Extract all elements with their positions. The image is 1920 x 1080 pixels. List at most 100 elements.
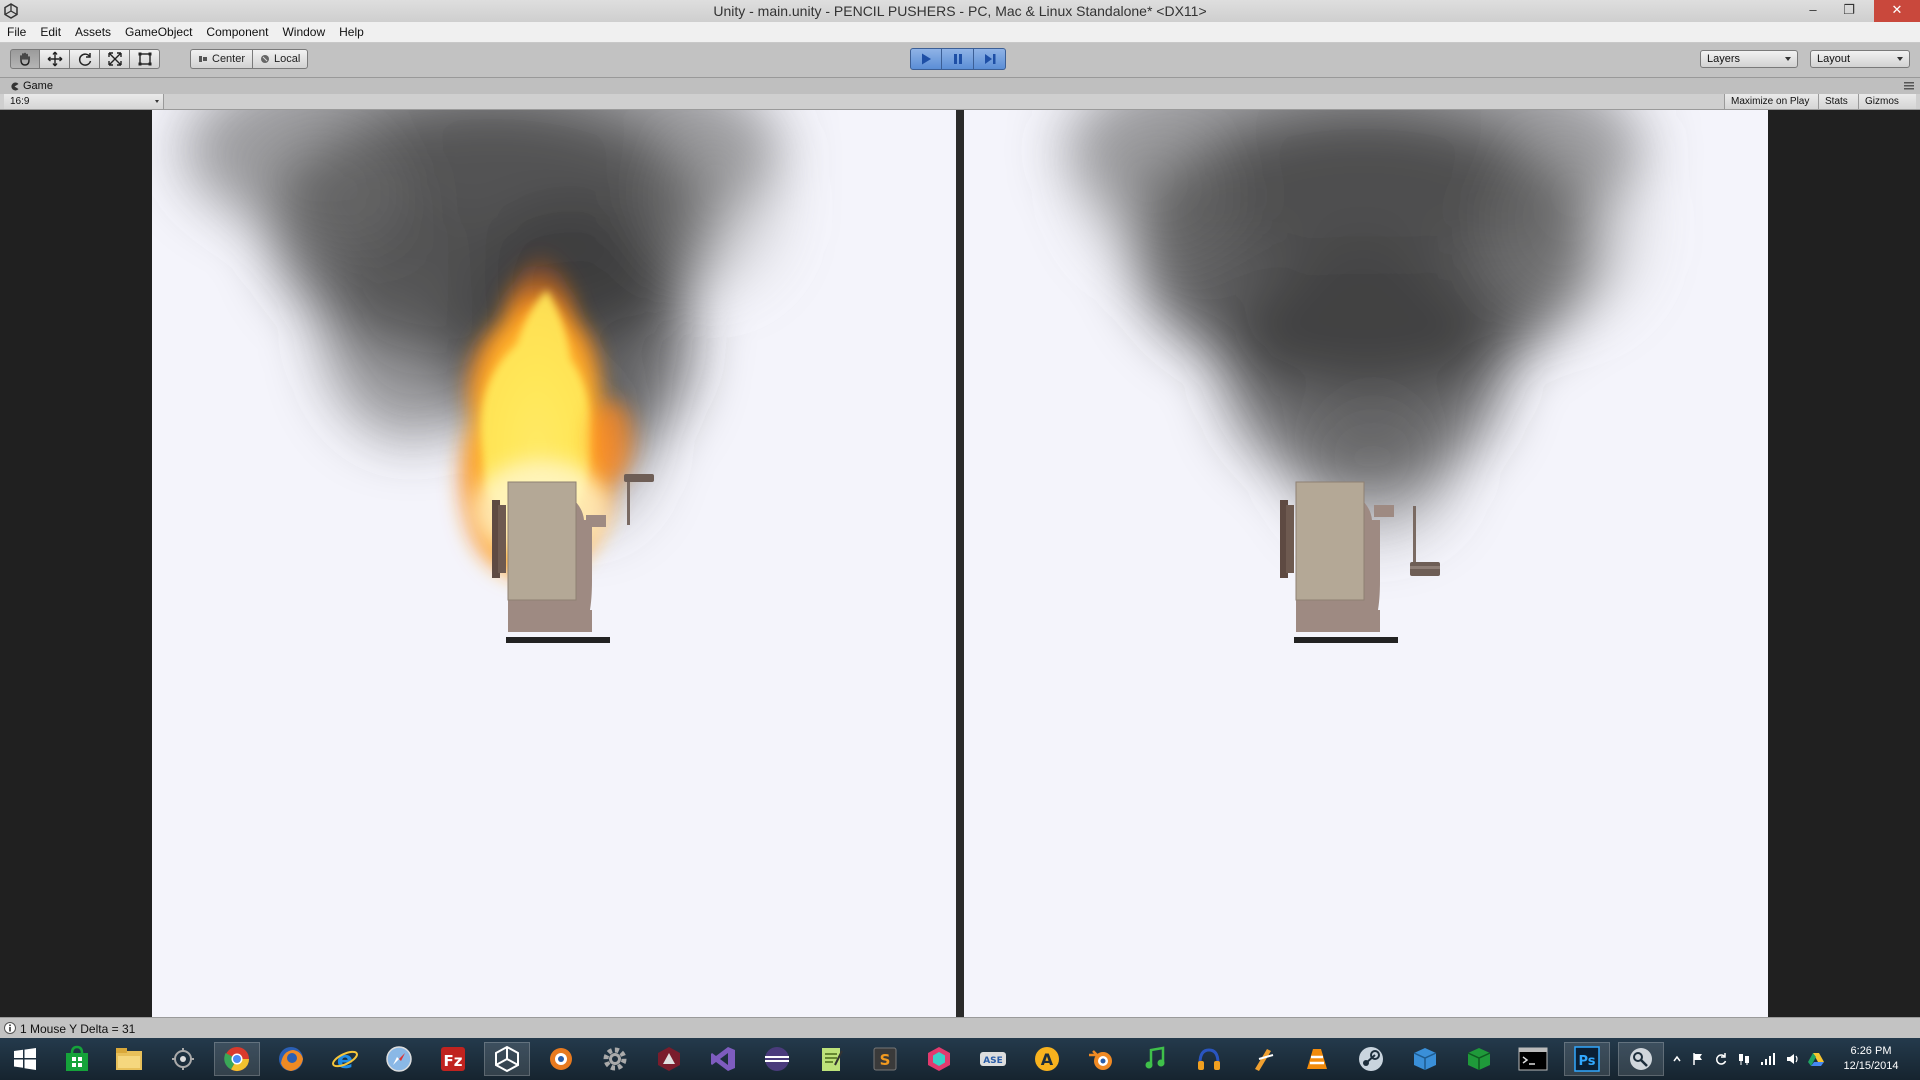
status-message[interactable]: 1 Mouse Y Delta = 31 [20,1022,135,1036]
rect-icon [138,52,151,66]
taskbar-clock[interactable]: 6:26 PM 12/15/2014 [1836,1044,1906,1074]
panel-menu-icon[interactable] [1904,82,1914,90]
sharpener-base-plate [506,637,610,643]
play-icon [922,53,931,65]
sync-icon[interactable] [1714,1052,1728,1066]
taskbar-file-explorer[interactable] [106,1042,152,1076]
pivot-mode-button[interactable]: Center [190,49,253,69]
game-view[interactable] [0,110,1920,1017]
close-button[interactable]: ✕ [1874,0,1920,22]
menu-help[interactable]: Help [332,22,371,42]
taskbar-bridge[interactable] [160,1042,206,1076]
taskbar-fl-studio[interactable] [1240,1042,1286,1076]
pivot-center-icon [199,56,207,62]
svg-text:Fz: Fz [444,1052,463,1070]
taskbar-blender-game[interactable] [538,1042,584,1076]
scene-right [1064,110,1644,643]
chevron-up-icon[interactable] [1672,1054,1682,1064]
maximize-on-play-toggle[interactable]: Maximize on Play [1724,94,1818,109]
layout-dropdown[interactable]: Layout [1810,50,1910,68]
tab-game[interactable]: Game [4,78,61,94]
start-button[interactable] [2,1042,48,1076]
layout-label: Layout [1817,53,1851,65]
sharpener-drum [1295,481,1365,601]
taskbar-firefox[interactable] [268,1042,314,1076]
pivot-rotation-label: Local [274,53,301,65]
menu-window[interactable]: Window [275,22,332,42]
taskbar-settings[interactable] [592,1042,638,1076]
taskbar-store[interactable] [54,1042,100,1076]
flag-icon[interactable] [1691,1052,1705,1066]
taskbar-hex-tool[interactable] [916,1042,962,1076]
stats-toggle[interactable]: Stats [1818,94,1858,109]
taskbar-sublime[interactable]: S [862,1042,908,1076]
sharpener-drum [507,481,577,601]
taskbar-blender[interactable] [1078,1042,1124,1076]
sharpener-crank-arm [1413,506,1416,564]
svg-text:e: e [337,1046,353,1073]
notepad-icon [822,1048,843,1071]
sublime-icon: S [873,1047,897,1071]
google-drive-icon[interactable] [1808,1052,1824,1066]
taskbar-command-prompt[interactable] [1510,1042,1556,1076]
sharpener-crank-arm [627,480,630,525]
tab-game-label: Game [23,80,53,92]
scale-tool-button[interactable] [100,49,130,69]
split-divider [956,110,964,1017]
step-icon [984,54,995,64]
aspect-ratio-dropdown[interactable]: 16:9 [4,94,164,109]
svg-text:S: S [880,1051,891,1069]
taskbar-git[interactable] [1618,1042,1664,1076]
ase-icon: ASE [980,1052,1006,1066]
network-adapter-icon[interactable] [1737,1052,1751,1066]
taskbar-box[interactable] [1402,1042,1448,1076]
rotate-tool-button[interactable] [70,49,100,69]
internet-explorer-icon: e [332,1046,358,1073]
layers-dropdown[interactable]: Layers [1700,50,1798,68]
rect-tool-button[interactable] [130,49,160,69]
menu-edit[interactable]: Edit [33,22,68,42]
menu-assets[interactable]: Assets [68,22,118,42]
svg-text:A: A [1041,1050,1054,1069]
taskbar-vlc[interactable] [1294,1042,1340,1076]
signal-icon[interactable] [1760,1052,1776,1066]
audacity-icon [1198,1048,1220,1070]
taskbar-3dsmax[interactable] [646,1042,692,1076]
taskbar-photoshop[interactable]: Ps [1564,1042,1610,1076]
eclipse-icon [765,1047,789,1071]
hand-tool-button[interactable] [10,49,40,69]
photoshop-icon: Ps [1574,1046,1600,1072]
taskbar-chrome[interactable] [214,1042,260,1076]
menu-gameobject[interactable]: GameObject [118,22,199,42]
taskbar-lmms[interactable] [1132,1042,1178,1076]
gizmos-dropdown[interactable]: Gizmos [1858,94,1916,109]
taskbar-ase[interactable]: ASE [970,1042,1016,1076]
step-button[interactable] [974,48,1006,70]
rotate-icon [78,53,91,66]
menu-file[interactable]: File [0,22,33,42]
move-tool-button[interactable] [40,49,70,69]
menu-component[interactable]: Component [199,22,275,42]
pause-button[interactable] [942,48,974,70]
taskbar: e Fz S ASE A Ps 6:26 PM 12/15/2014 [0,1038,1920,1080]
taskbar-autodesk[interactable]: A [1024,1042,1070,1076]
taskbar-notepad[interactable] [808,1042,854,1076]
taskbar-steam[interactable] [1348,1042,1394,1076]
info-icon [4,1022,16,1034]
play-controls [910,48,1006,70]
filezilla-icon: Fz [441,1047,465,1071]
taskbar-visual-studio[interactable] [700,1042,746,1076]
taskbar-filezilla[interactable]: Fz [430,1042,476,1076]
volume-icon[interactable] [1785,1052,1799,1066]
taskbar-safari[interactable] [376,1042,422,1076]
pivot-rotation-button[interactable]: Local [252,49,309,69]
taskbar-excel-box[interactable] [1456,1042,1502,1076]
window-title: Unity - main.unity - PENCIL PUSHERS - PC… [713,3,1207,19]
restore-button[interactable]: ❐ [1834,0,1864,22]
taskbar-eclipse[interactable] [754,1042,800,1076]
taskbar-unity[interactable] [484,1042,530,1076]
taskbar-internet-explorer[interactable]: e [322,1042,368,1076]
taskbar-audacity[interactable] [1186,1042,1232,1076]
minimize-button[interactable]: – [1798,0,1828,22]
play-button[interactable] [910,48,942,70]
